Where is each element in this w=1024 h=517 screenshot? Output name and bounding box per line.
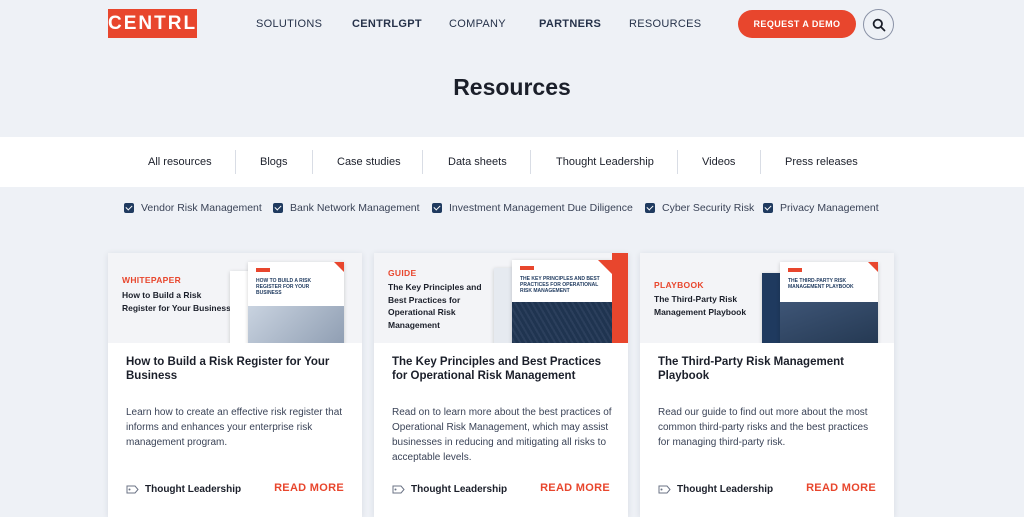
nav-solutions[interactable]: SOLUTIONS [256, 18, 322, 30]
doc-accent-strip [612, 253, 628, 343]
card-type-label: WHITEPAPER [122, 275, 182, 285]
filter-label: Privacy Management [780, 202, 879, 214]
card-thumbnail-title: The Key Principles and Best Practices fo… [388, 282, 482, 330]
tab-all-resources[interactable]: All resources [148, 156, 212, 168]
card-thumbnail: PLAYBOOK The Third-Party Risk Management… [640, 253, 894, 343]
card-type-label: GUIDE [388, 268, 417, 278]
doc-cover-photo [248, 306, 344, 343]
card-description: Read our guide to find out more about th… [658, 407, 869, 448]
request-demo-button[interactable]: REQUEST A DEMO [738, 10, 856, 38]
card-title[interactable]: The Third-Party Risk Management Playbook [658, 355, 880, 383]
search-icon [872, 18, 886, 32]
filter-label: Bank Network Management [290, 202, 420, 214]
mini-logo [788, 268, 802, 272]
doc-corner [334, 262, 344, 272]
card-thumbnail: WHITEPAPER How to Build a Risk Register … [108, 253, 362, 343]
filter-cyber-security[interactable]: Cyber Security Risk [645, 202, 754, 214]
filter-label: Cyber Security Risk [662, 202, 755, 214]
doc-corner [868, 262, 878, 272]
resource-tabs: All resources Blogs Case studies Data sh… [0, 137, 1024, 187]
filter-investment-due-diligence[interactable]: Investment Management Due Diligence [432, 202, 633, 214]
mini-logo [256, 268, 270, 272]
card-tag-label: Thought Leadership [411, 484, 508, 495]
site-header: CENTRL SOLUTIONS CENTRLGPT COMPANY PARTN… [0, 0, 1024, 48]
filter-privacy[interactable]: Privacy Management [763, 202, 879, 214]
nav-partners[interactable]: PARTNERS [539, 18, 601, 30]
tab-divider [422, 150, 423, 174]
card-tag: Thought Leadership [392, 484, 507, 495]
card-description: Learn how to create an effective risk re… [126, 407, 343, 448]
card-tag-label: Thought Leadership [145, 484, 242, 495]
doc-cover: HOW TO BUILD A RISK REGISTER FOR YOUR BU… [248, 262, 344, 343]
checkbox-checked[interactable] [273, 203, 283, 213]
card-title[interactable]: How to Build a Risk Register for Your Bu… [126, 355, 348, 383]
card-thumbnail-title: How to Build a Risk Register for Your Bu… [122, 290, 231, 313]
nav-resources[interactable]: RESOURCES [629, 18, 701, 30]
tab-thought-leadership[interactable]: Thought Leadership [556, 156, 654, 168]
doc-cover-title: THE KEY PRINCIPLES AND BEST PRACTICES FO… [520, 276, 600, 294]
resource-card[interactable]: PLAYBOOK The Third-Party Risk Management… [640, 253, 894, 517]
read-more-link[interactable]: READ MORE [274, 482, 344, 494]
doc-corner [598, 260, 612, 274]
doc-cover-title: THE THIRD-PARTY RISK MANAGEMENT PLAYBOOK [788, 278, 854, 290]
centrl-logo[interactable]: CENTRL [108, 9, 197, 38]
page-title: Resources [453, 74, 571, 100]
card-title[interactable]: The Key Principles and Best Practices fo… [392, 355, 614, 383]
checkbox-checked[interactable] [124, 203, 134, 213]
nav-company[interactable]: COMPANY [449, 18, 506, 30]
tab-divider [235, 150, 236, 174]
doc-cover-pattern [512, 302, 612, 343]
filter-vendor-risk[interactable]: Vendor Risk Management [124, 202, 262, 214]
tag-icon [392, 485, 405, 494]
tab-divider [760, 150, 761, 174]
tab-data-sheets[interactable]: Data sheets [448, 156, 507, 168]
tag-icon [126, 485, 139, 494]
filter-label: Investment Management Due Diligence [449, 202, 633, 214]
resource-card[interactable]: GUIDE The Key Principles and Best Practi… [374, 253, 628, 517]
tab-divider [677, 150, 678, 174]
read-more-link[interactable]: READ MORE [540, 482, 610, 494]
card-thumbnail: GUIDE The Key Principles and Best Practi… [374, 253, 628, 343]
category-filters: Vendor Risk Management Bank Network Mana… [0, 187, 1024, 227]
doc-cover: THE THIRD-PARTY RISK MANAGEMENT PLAYBOOK [780, 262, 878, 343]
doc-cover-title: HOW TO BUILD A RISK REGISTER FOR YOUR BU… [256, 278, 312, 296]
doc-cover-photo [780, 302, 878, 343]
filter-bank-network[interactable]: Bank Network Management [273, 202, 420, 214]
filter-label: Vendor Risk Management [141, 202, 262, 214]
checkbox-checked[interactable] [432, 203, 442, 213]
tab-blogs[interactable]: Blogs [260, 156, 288, 168]
read-more-link[interactable]: READ MORE [806, 482, 876, 494]
card-type-label: PLAYBOOK [654, 280, 704, 290]
resource-card[interactable]: WHITEPAPER How to Build a Risk Register … [108, 253, 362, 517]
nav-centrlgpt[interactable]: CENTRLGPT [352, 18, 422, 30]
doc-cover: THE KEY PRINCIPLES AND BEST PRACTICES FO… [512, 260, 612, 343]
tab-case-studies[interactable]: Case studies [337, 156, 401, 168]
tab-divider [530, 150, 531, 174]
card-tag-label: Thought Leadership [677, 484, 774, 495]
tag-icon [658, 485, 671, 494]
tab-divider [312, 150, 313, 174]
checkbox-checked[interactable] [763, 203, 773, 213]
search-button[interactable] [863, 9, 894, 40]
checkbox-checked[interactable] [645, 203, 655, 213]
card-tag: Thought Leadership [126, 484, 241, 495]
tab-press-releases[interactable]: Press releases [785, 156, 858, 168]
mini-logo [520, 266, 534, 270]
card-tag: Thought Leadership [658, 484, 773, 495]
tab-videos[interactable]: Videos [702, 156, 735, 168]
card-thumbnail-title: The Third-Party Risk Management Playbook [654, 294, 747, 317]
card-description: Read on to learn more about the best pra… [392, 407, 612, 463]
